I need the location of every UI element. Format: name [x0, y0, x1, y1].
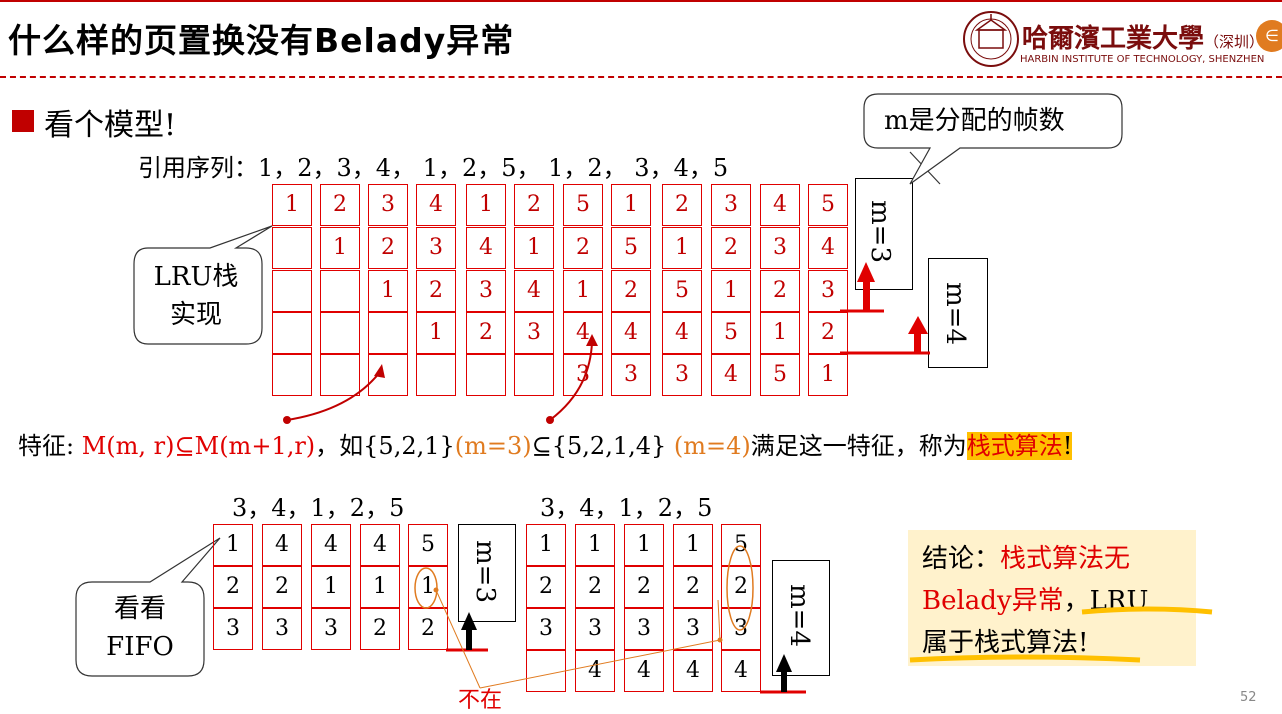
conclusion-underlines	[909, 606, 1213, 663]
page-number: 52	[1240, 690, 1257, 705]
